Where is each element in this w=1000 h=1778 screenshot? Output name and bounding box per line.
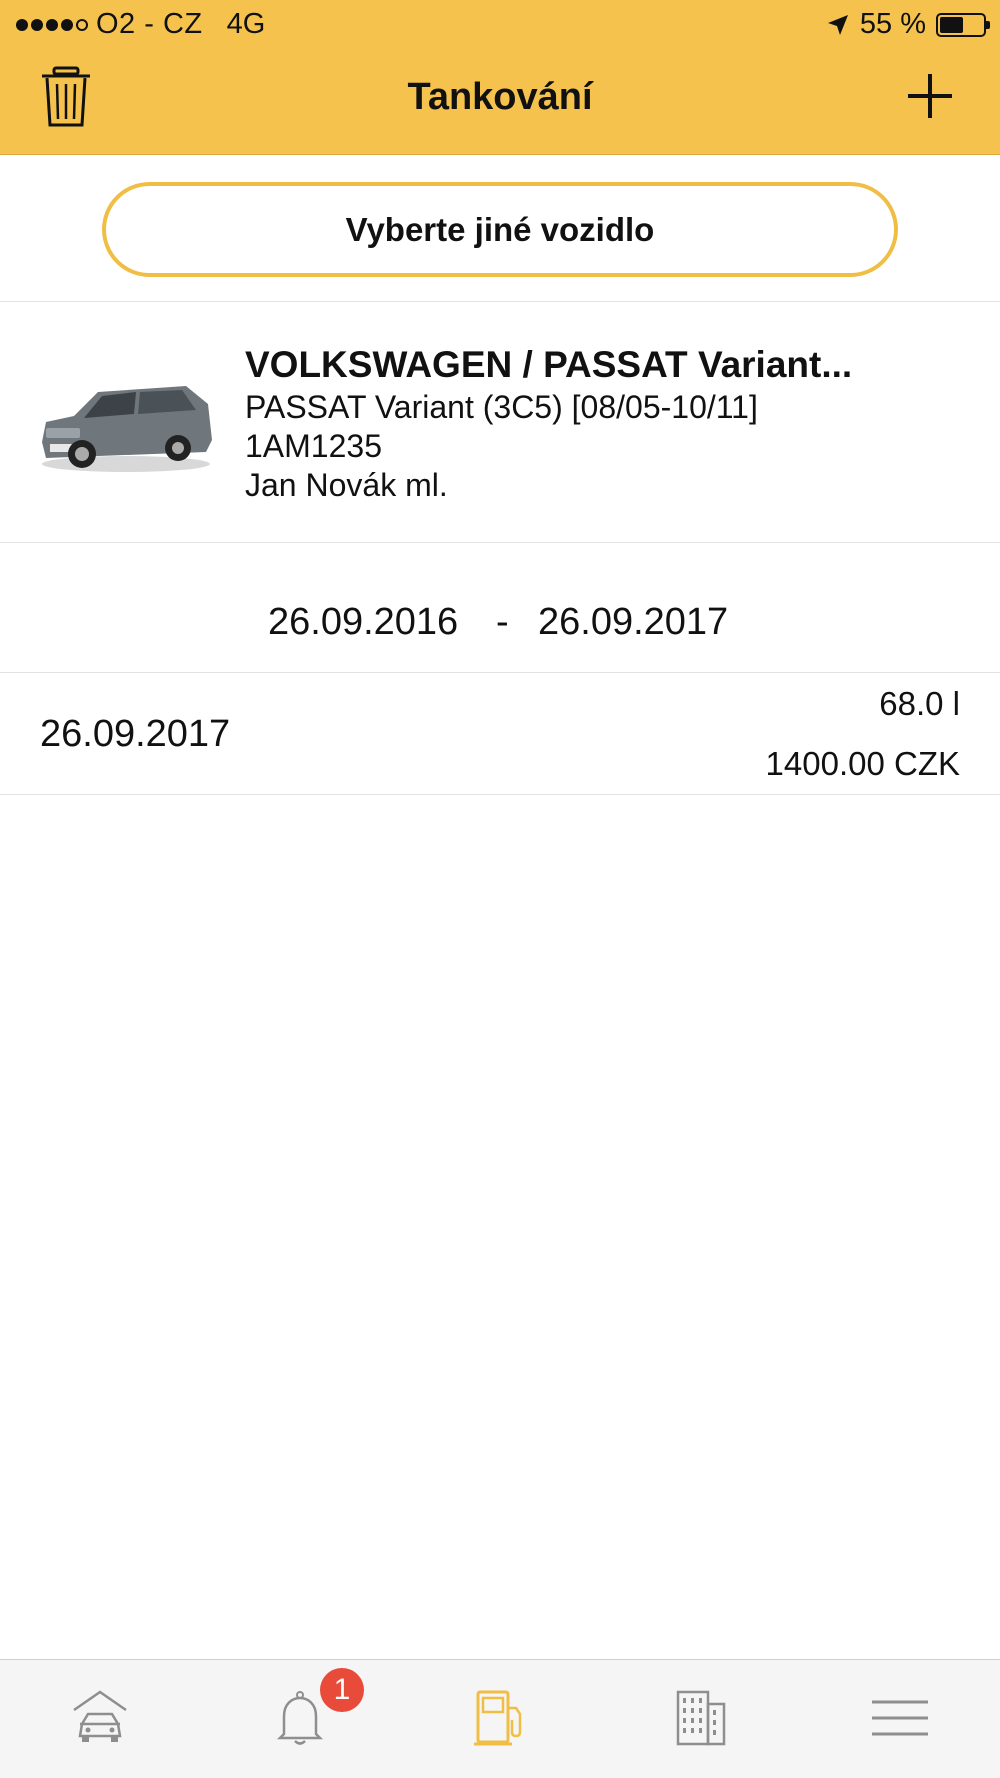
select-vehicle-button[interactable]: Vyberte jiné vozidlo	[102, 182, 898, 277]
carrier-name: O2 - CZ	[96, 8, 203, 40]
hamburger-menu-icon	[872, 1700, 928, 1736]
fuel-entry-price: 1400.00 CZK	[765, 745, 960, 782]
vehicle-card[interactable]: VOLKSWAGEN / PASSAT Variant... PASSAT Va…	[0, 302, 1000, 543]
car-image	[42, 386, 212, 472]
select-vehicle-section: Vyberte jiné vozidlo	[0, 155, 1000, 302]
status-left: O2 - CZ 4G	[16, 8, 265, 41]
signal-strength-icon	[16, 18, 88, 31]
location-arrow-icon	[827, 14, 848, 35]
fuel-entry-date: 26.09.2017	[40, 713, 231, 755]
tab-vehicles[interactable]	[0, 1660, 200, 1778]
battery-percent: 55 %	[859, 8, 926, 40]
building-icon	[676, 1690, 726, 1746]
fuel-pump-icon	[474, 1690, 522, 1746]
notification-badge: 1	[320, 1668, 364, 1712]
fuel-entry-liters: 68.0 l	[879, 685, 960, 722]
date-range-to[interactable]: 26.09.2017	[538, 601, 728, 644]
page-title: Tankování	[407, 76, 593, 118]
status-right: 55 %	[826, 8, 990, 41]
date-range-separator: -	[496, 601, 509, 643]
tab-companies[interactable]	[600, 1660, 800, 1778]
add-button[interactable]	[900, 66, 960, 130]
network-type: 4G	[226, 8, 266, 40]
date-range-from[interactable]: 26.09.2016	[268, 601, 458, 644]
tab-menu[interactable]	[800, 1660, 1000, 1778]
car-garage-icon	[73, 1690, 127, 1742]
status-bar: O2 - CZ 4G 55 %	[0, 0, 1000, 52]
top-bar: O2 - CZ 4G 55 % Tankování	[0, 0, 1000, 155]
fuel-entry-row[interactable]: 26.09.2017 68.0 l 1400.00 CZK	[0, 673, 1000, 795]
vehicle-model: PASSAT Variant (3C5) [08/05-10/11]	[245, 389, 758, 425]
battery-icon	[936, 12, 990, 37]
tab-notifications[interactable]: 1	[200, 1660, 400, 1778]
plus-icon	[908, 74, 952, 118]
vehicle-info: VOLKSWAGEN / PASSAT Variant... PASSAT Va…	[245, 342, 975, 505]
vehicle-title: VOLKSWAGEN / PASSAT Variant...	[245, 344, 853, 385]
vehicle-owner: Jan Novák ml.	[245, 467, 448, 503]
tab-bar: 1	[0, 1659, 1000, 1778]
date-range[interactable]: 26.09.2016 - 26.09.2017	[0, 543, 1000, 673]
vehicle-plate: 1AM1235	[245, 428, 382, 464]
tab-fuel[interactable]	[400, 1660, 600, 1778]
